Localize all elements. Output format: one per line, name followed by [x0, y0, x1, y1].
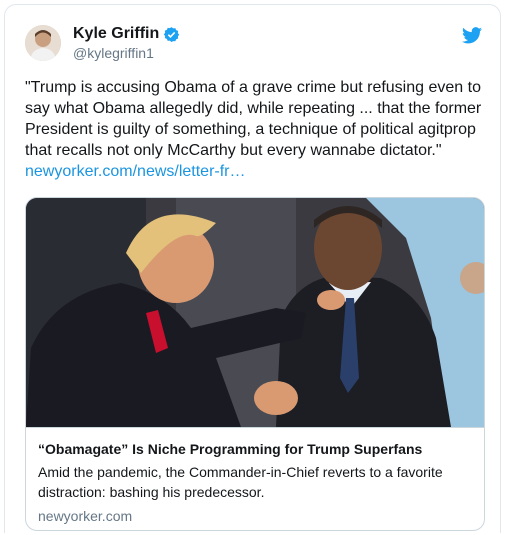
display-name[interactable]: Kyle Griffin	[73, 25, 180, 43]
link-card[interactable]: “Obamagate” Is Niche Programming for Tru…	[25, 197, 485, 531]
card-photo	[26, 198, 484, 427]
tweet-embed: Kyle Griffin @kylegriffin1 "Trump is acc…	[4, 4, 501, 533]
twitter-bird-icon[interactable]	[462, 27, 482, 44]
verified-badge-icon	[164, 26, 180, 42]
tweet-body: "Trump is accusing Obama of a grave crim…	[25, 79, 482, 159]
card-body: “Obamagate” Is Niche Programming for Tru…	[26, 427, 484, 524]
avatar[interactable]	[25, 25, 61, 61]
tweet-text: "Trump is accusing Obama of a grave crim…	[25, 77, 487, 182]
user-handle[interactable]: @kylegriffin1	[73, 45, 154, 61]
card-domain: newyorker.com	[38, 508, 133, 524]
tweet-link[interactable]: newyorker.com/news/letter-fr…	[25, 163, 246, 180]
card-description: Amid the pandemic, the Commander-in-Chie…	[38, 464, 443, 500]
card-title[interactable]: “Obamagate” Is Niche Programming for Tru…	[38, 440, 472, 458]
display-name-text[interactable]: Kyle Griffin	[73, 25, 159, 43]
